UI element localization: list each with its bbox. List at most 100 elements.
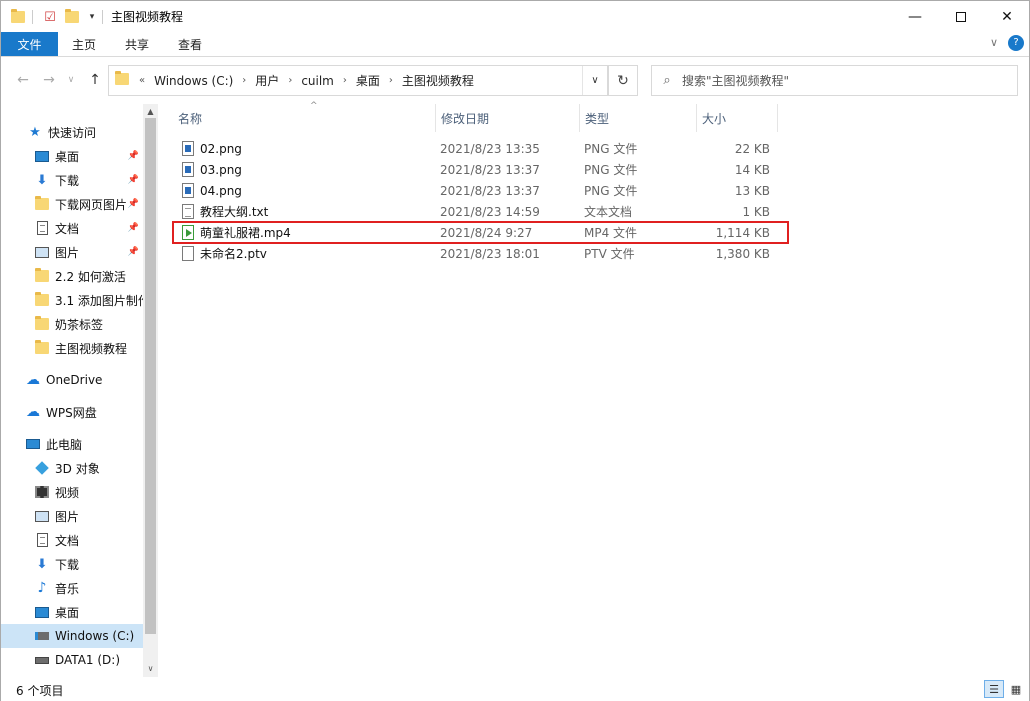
file-row-highlighted[interactable]: 萌童礼服裙.mp4 2021/8/24 9:27 MP4 文件 1,114 KB — [172, 222, 778, 243]
documents-icon — [34, 532, 50, 548]
customize-dropdown-icon[interactable]: ▾ — [85, 7, 99, 27]
breadcrumb-user[interactable]: cuilm — [296, 74, 339, 88]
explorer-window: ☑ ▾ 主图视频教程 — ✕ 文件 主页 共享 查看 ∨ ? ← → ∨ ↑ «… — [0, 0, 1030, 701]
search-box[interactable]: ⌕ — [651, 65, 1018, 96]
address-bar[interactable]: « Windows (C:) › 用户 › cuilm › 桌面 › 主图视频教… — [108, 65, 608, 96]
nav-item-music[interactable]: ♪ 音乐 — [1, 576, 143, 600]
nav-item-desktop[interactable]: 桌面 — [1, 600, 143, 624]
refresh-button[interactable]: ↻ — [608, 65, 638, 96]
breadcrumb-overflow[interactable]: « — [135, 75, 149, 86]
file-size: 13 KB — [734, 183, 770, 198]
file-row[interactable]: 04.png 2021/8/23 13:37 PNG 文件 13 KB — [172, 180, 778, 201]
close-button[interactable]: ✕ — [984, 1, 1030, 32]
scroll-thumb[interactable] — [145, 118, 156, 634]
sort-ascending-icon: ^ — [310, 101, 318, 111]
file-row[interactable]: 未命名2.ptv 2021/8/23 18:01 PTV 文件 1,380 KB — [172, 243, 778, 264]
nav-item-folder[interactable]: 主图视频教程 — [1, 336, 143, 360]
up-button[interactable]: ↑ — [85, 70, 105, 90]
wps-cloud-icon: ☁ — [26, 404, 40, 420]
folder-icon — [34, 316, 50, 332]
nav-scrollbar[interactable]: ▲ ∨ — [143, 104, 158, 677]
nav-item-folder[interactable]: 2.2 如何激活 — [1, 264, 143, 288]
properties-check-icon[interactable]: ☑ — [41, 7, 59, 27]
file-name: 04.png — [200, 183, 242, 198]
help-icon[interactable]: ? — [1008, 35, 1024, 51]
tab-view[interactable]: 查看 — [164, 32, 216, 56]
nav-item-desktop[interactable]: 桌面 📌 — [1, 144, 143, 168]
nav-item-pictures[interactable]: 图片 📌 — [1, 240, 143, 264]
pictures-icon — [34, 244, 50, 260]
column-size-label: 大小 — [702, 111, 727, 126]
column-date-label: 修改日期 — [441, 111, 490, 126]
toolbar-divider — [101, 7, 103, 27]
file-row[interactable]: 教程大纲.txt 2021/8/23 14:59 文本文档 1 KB — [172, 201, 778, 222]
nav-item-label: 文档 — [55, 221, 80, 236]
column-name-label: 名称 — [178, 111, 203, 126]
tab-home[interactable]: 主页 — [59, 32, 109, 56]
nav-item-label: 下载 — [55, 557, 80, 572]
quick-access-label: 快速访问 — [48, 125, 97, 140]
nav-item-3d-objects[interactable]: 3D 对象 — [1, 456, 143, 480]
file-type: MP4 文件 — [584, 226, 638, 240]
nav-item-web-images[interactable]: 下载网页图片 📌 — [1, 192, 143, 216]
scroll-up-icon[interactable]: ▲ — [143, 104, 158, 118]
nav-item-drive-d[interactable]: DATA1 (D:) — [1, 648, 143, 672]
forward-button[interactable]: → — [39, 70, 59, 90]
file-row[interactable]: 02.png 2021/8/23 13:35 PNG 文件 22 KB — [172, 138, 778, 159]
nav-item-documents[interactable]: 文档 — [1, 528, 143, 552]
nav-item-wps[interactable]: ☁ WPS网盘 — [1, 400, 143, 424]
chevron-right-icon[interactable]: › — [238, 75, 250, 86]
nav-item-onedrive[interactable]: ☁ OneDrive — [1, 368, 143, 392]
details-view-button[interactable]: ☰ — [984, 680, 1004, 698]
file-type: 文本文档 — [584, 205, 633, 219]
nav-item-folder[interactable]: 3.1 添加图片制作 — [1, 288, 143, 312]
recent-locations-button[interactable]: ∨ — [61, 70, 81, 90]
breadcrumb-desktop[interactable]: 桌面 — [351, 72, 385, 89]
nav-item-videos[interactable]: 视频 — [1, 480, 143, 504]
breadcrumb-current[interactable]: 主图视频教程 — [397, 72, 479, 89]
nav-item-folder[interactable]: 奶茶标签 — [1, 312, 143, 336]
up-arrow-icon: ↑ — [89, 72, 101, 88]
nav-item-downloads[interactable]: ⬇ 下载 — [1, 552, 143, 576]
large-icons-view-icon: ▦ — [1010, 682, 1022, 696]
nav-item-label: 音乐 — [55, 581, 80, 596]
file-name: 02.png — [200, 141, 242, 156]
chevron-right-icon[interactable]: › — [385, 75, 397, 86]
new-folder-icon[interactable] — [63, 7, 81, 27]
nav-item-drive-c[interactable]: Windows (C:) — [1, 624, 143, 648]
breadcrumb-users[interactable]: 用户 — [250, 72, 284, 89]
music-icon: ♪ — [37, 580, 47, 596]
back-button[interactable]: ← — [13, 70, 33, 90]
search-input[interactable] — [682, 73, 1002, 88]
tab-share[interactable]: 共享 — [111, 32, 163, 56]
minimize-button[interactable]: — — [892, 1, 938, 32]
chevron-right-icon[interactable]: › — [284, 75, 296, 86]
search-icon: ⌕ — [663, 73, 671, 88]
quick-access[interactable]: ★ 快速访问 — [1, 120, 143, 144]
nav-item-downloads[interactable]: ⬇ 下载 📌 — [1, 168, 143, 192]
file-name: 未命名2.ptv — [200, 247, 267, 261]
file-row[interactable]: 03.png 2021/8/23 13:37 PNG 文件 14 KB — [172, 159, 778, 180]
nav-item-label: 桌面 — [55, 605, 80, 620]
file-type: PNG 文件 — [584, 163, 638, 177]
nav-item-label: 桌面 — [55, 149, 80, 164]
maximize-button[interactable] — [938, 1, 984, 32]
address-dropdown-button[interactable]: ∨ — [582, 66, 607, 95]
column-divider[interactable] — [777, 104, 778, 132]
chevron-down-icon: ∨ — [67, 75, 75, 85]
nav-item-pictures[interactable]: 图片 — [1, 504, 143, 528]
tab-file[interactable]: 文件 — [1, 32, 58, 56]
nav-item-documents[interactable]: 文档 📌 — [1, 216, 143, 240]
scroll-down-icon[interactable]: ∨ — [143, 661, 158, 675]
details-view-icon: ☰ — [989, 682, 999, 696]
column-type[interactable]: 类型 — [579, 104, 696, 132]
file-date: 2021/8/23 13:35 — [440, 141, 540, 156]
breadcrumb-drive[interactable]: Windows (C:) — [149, 74, 238, 88]
column-date[interactable]: 修改日期 — [435, 104, 579, 132]
ribbon-expand-icon[interactable]: ∨ — [990, 36, 998, 49]
chevron-right-icon[interactable]: › — [339, 75, 351, 86]
column-size[interactable]: 大小 — [696, 104, 777, 132]
large-icons-view-button[interactable]: ▦ — [1006, 680, 1026, 698]
column-name[interactable]: 名称 ^ — [172, 101, 435, 132]
nav-item-this-pc[interactable]: 此电脑 — [1, 432, 143, 456]
